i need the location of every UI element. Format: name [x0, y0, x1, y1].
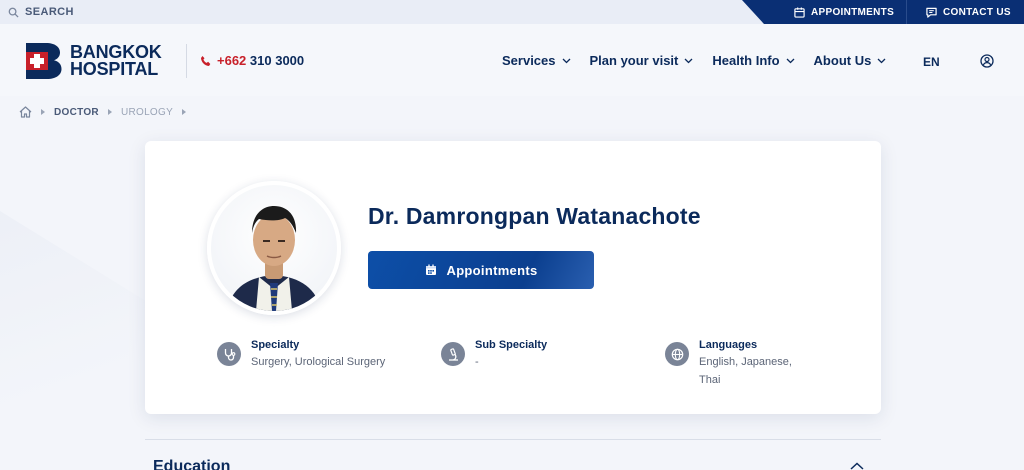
topbar-appointments-link[interactable]: APPOINTMENTS: [794, 0, 894, 24]
chevron-down-icon: [562, 58, 570, 63]
search-button[interactable]: SEARCH: [8, 0, 74, 24]
nav-item-about-us[interactable]: About Us: [814, 53, 887, 68]
language-selector[interactable]: EN: [923, 55, 940, 69]
specialty-label: Specialty: [251, 339, 300, 351]
chevron-down-icon: [684, 58, 693, 63]
main-nav: Services Plan your visit Health Info Abo…: [502, 53, 905, 68]
logo-cross-icon: [26, 43, 62, 79]
home-icon[interactable]: [19, 106, 32, 118]
calendar-icon: [425, 264, 436, 275]
chevron-down-icon: [786, 58, 795, 63]
nav-item-label: Plan your visit: [589, 53, 679, 68]
breadcrumb-urology[interactable]: UROLOGY: [121, 107, 173, 118]
sub-specialty-value: -: [475, 356, 479, 368]
topbar-separator: [906, 0, 907, 24]
topbar-actions: APPOINTMENTS CONTACT US: [742, 0, 1024, 24]
languages-block: Languages English, Japanese, Thai: [665, 339, 805, 389]
doctor-photo: [207, 181, 341, 315]
globe-icon: [665, 342, 689, 366]
doctor-profile-card: Dr. Damrongpan Watanachote Appointments …: [145, 141, 881, 414]
utility-bar: SEARCH APPOINTMENTS CONTACT US: [0, 0, 1024, 24]
account-button[interactable]: [980, 54, 994, 73]
specialty-block: Specialty Surgery, Urological Surgery: [217, 339, 385, 371]
breadcrumb-separator: [41, 109, 45, 115]
appointments-button-label: Appointments: [446, 262, 538, 278]
search-icon: [8, 7, 19, 18]
chevron-down-icon: [877, 58, 886, 63]
breadcrumb-separator: [182, 109, 187, 115]
user-icon: [980, 54, 994, 68]
logo-text: BANGKOK HOSPITAL: [70, 43, 162, 79]
phone-prefix: +662: [217, 53, 247, 68]
breadcrumb: DOCTOR UROLOGY: [19, 106, 187, 118]
nav-item-services[interactable]: Services: [502, 53, 571, 68]
chevron-up-icon[interactable]: [850, 462, 864, 470]
nav-item-label: Health Info: [712, 53, 780, 68]
logo-line-2: HOSPITAL: [70, 59, 159, 79]
header-divider: [186, 44, 187, 78]
breadcrumb-doctor[interactable]: DOCTOR: [54, 107, 99, 118]
topbar-appointments-label: APPOINTMENTS: [811, 6, 895, 18]
nav-item-plan-your-visit[interactable]: Plan your visit: [590, 53, 694, 68]
phone-icon: [201, 55, 211, 66]
topbar-contact-link[interactable]: CONTACT US: [926, 0, 1011, 24]
languages-label: Languages: [699, 339, 758, 351]
doctor-name: Dr. Damrongpan Watanachote: [368, 203, 701, 229]
calendar-icon: [794, 6, 805, 18]
stethoscope-icon: [217, 342, 241, 366]
sub-specialty-label: Sub Specialty: [475, 339, 548, 351]
phone-number: 310 3000: [246, 53, 305, 68]
nav-item-health-info[interactable]: Health Info: [712, 53, 795, 68]
main-header: BANGKOK HOSPITAL +662 310 3000 Services …: [0, 24, 1024, 96]
sub-specialty-block: Sub Specialty -: [441, 339, 547, 371]
topbar-contact-label: CONTACT US: [943, 6, 1011, 18]
nav-item-label: About Us: [813, 53, 872, 68]
education-section-title[interactable]: Education: [153, 458, 230, 470]
section-divider: [145, 439, 881, 440]
search-label: SEARCH: [25, 6, 74, 18]
languages-value: English, Japanese, Thai: [699, 356, 792, 386]
breadcrumb-separator: [107, 109, 112, 115]
chat-icon: [926, 7, 937, 18]
microscope-icon: [441, 342, 465, 366]
appointments-button[interactable]: Appointments: [368, 251, 594, 289]
nav-item-label: Services: [502, 53, 556, 68]
specialty-value: Surgery, Urological Surgery: [251, 356, 386, 368]
phone-link[interactable]: +662 310 3000: [200, 53, 304, 68]
hospital-logo[interactable]: BANGKOK HOSPITAL: [26, 43, 162, 79]
